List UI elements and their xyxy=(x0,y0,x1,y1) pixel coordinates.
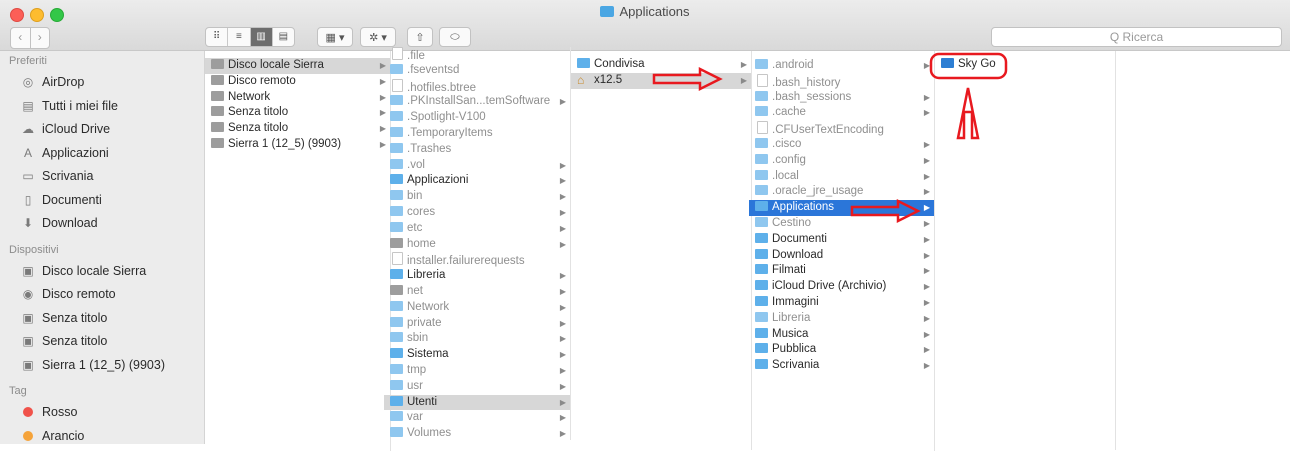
annotation-overlay xyxy=(652,52,1008,224)
arrow-up-annotation xyxy=(956,87,980,140)
arrow-to-x12-annotation xyxy=(652,66,723,92)
arrow-to-applications-annotation xyxy=(850,198,921,224)
sky-go-highlight-annotation xyxy=(929,52,1008,80)
